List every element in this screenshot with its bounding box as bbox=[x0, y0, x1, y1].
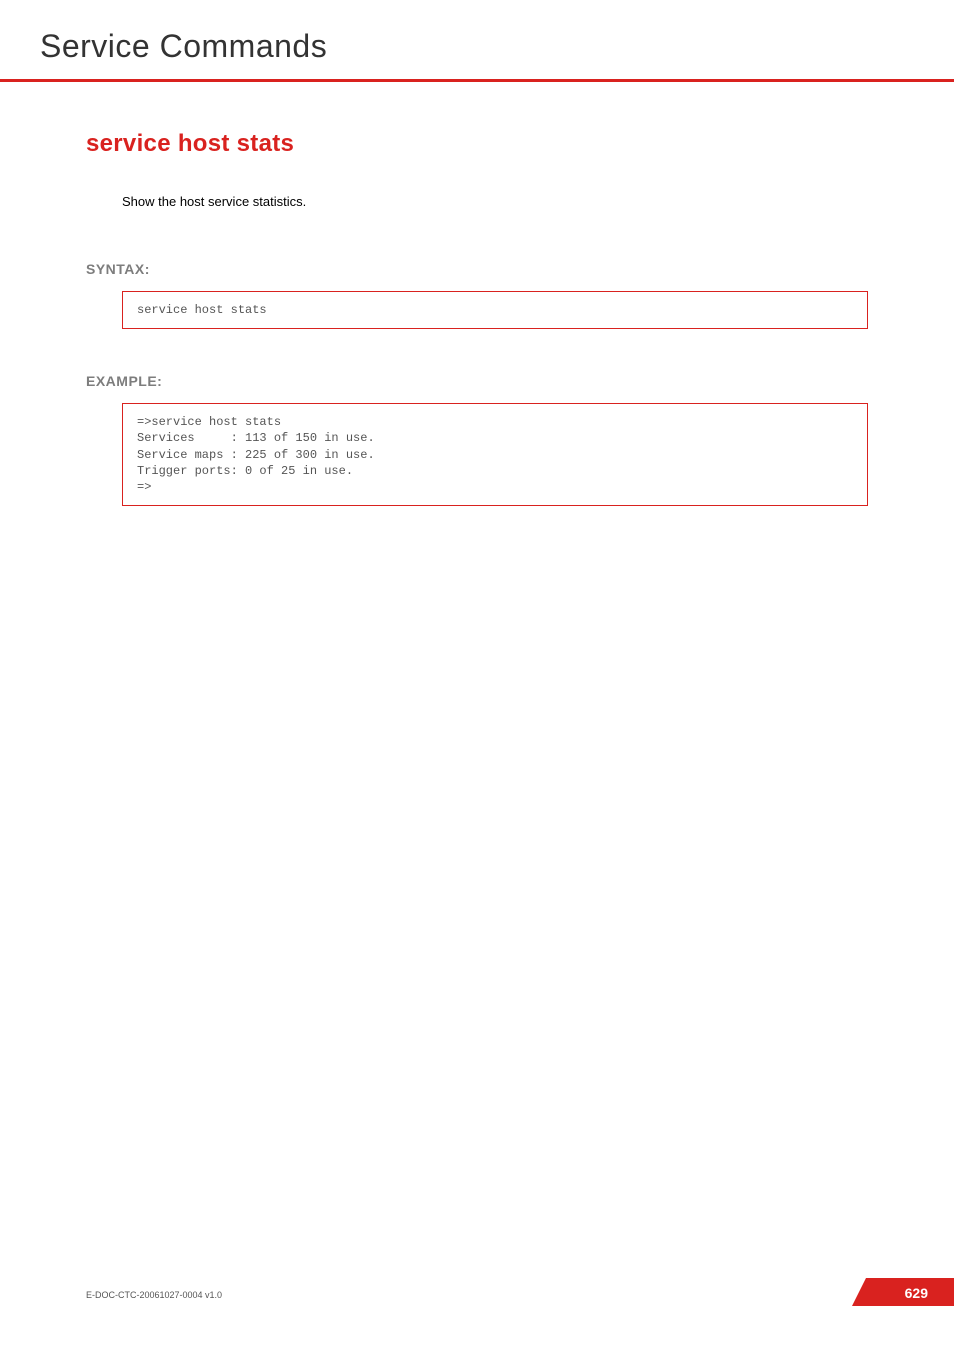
page-number-badge: 629 bbox=[852, 1278, 954, 1306]
page-content: service host stats Show the host service… bbox=[0, 82, 954, 506]
example-code-block: =>service host stats Services : 113 of 1… bbox=[122, 403, 868, 506]
chapter-title: Service Commands bbox=[0, 0, 954, 79]
page-number: 629 bbox=[905, 1285, 928, 1301]
example-heading: EXAMPLE: bbox=[86, 373, 868, 389]
section-title: service host stats bbox=[86, 130, 868, 158]
syntax-heading: SYNTAX: bbox=[86, 261, 868, 277]
section-description: Show the host service statistics. bbox=[122, 194, 868, 209]
doc-id: E-DOC-CTC-20061027-0004 v1.0 bbox=[86, 1290, 222, 1300]
syntax-code-block: service host stats bbox=[122, 291, 868, 329]
page-footer: E-DOC-CTC-20061027-0004 v1.0 629 bbox=[0, 1276, 954, 1306]
